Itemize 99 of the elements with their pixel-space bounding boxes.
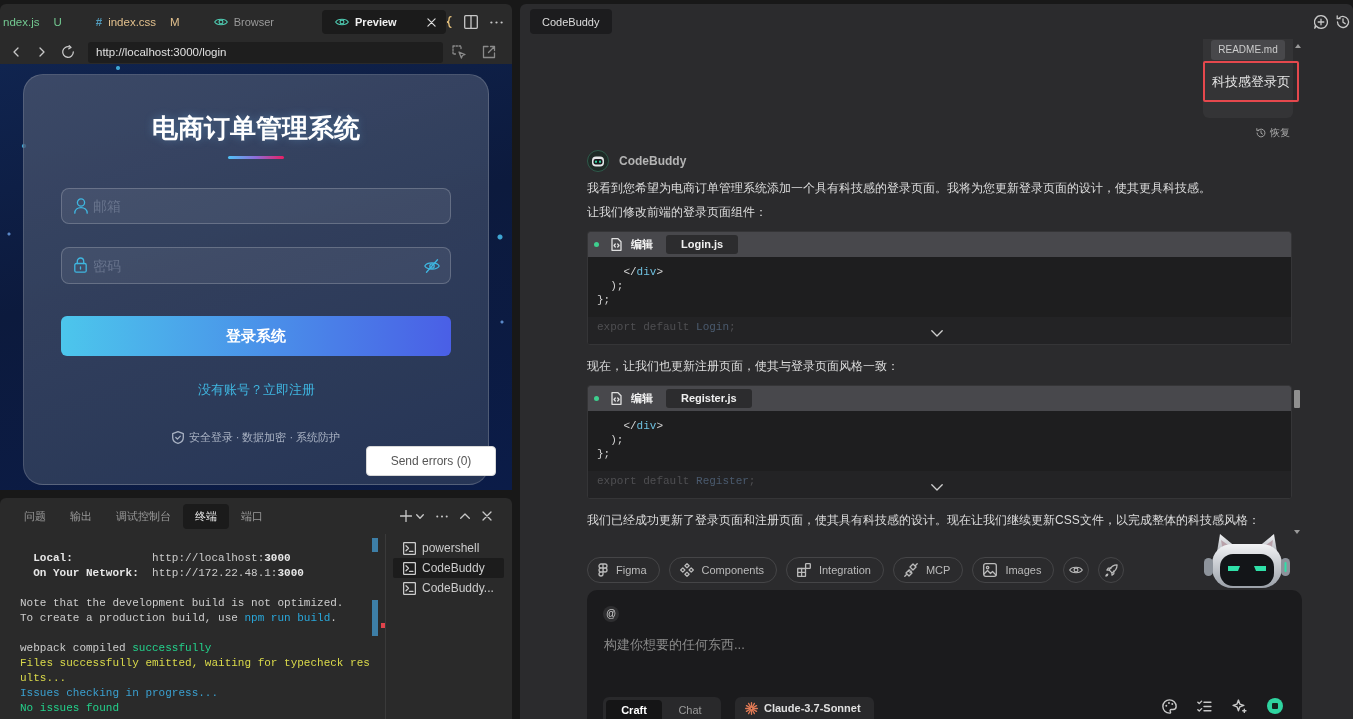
scroll-up-icon[interactable] <box>1295 44 1301 48</box>
terminal-line: On Your Network: http://172.22.48.1:3000 <box>32 566 305 581</box>
figma-logo-icon <box>598 563 608 577</box>
terminal-line: webpack compiled successfully <box>20 641 213 656</box>
checklist-icon[interactable] <box>1197 699 1212 713</box>
prompt-input[interactable]: 构建你想要的任何东西... <box>603 634 1283 654</box>
register-link[interactable]: 没有账号？立即注册 <box>197 381 315 399</box>
title-underline <box>228 156 284 159</box>
code-line: ); <box>609 279 624 293</box>
edit-label: 编辑 <box>631 391 653 406</box>
code-line: }; <box>597 293 611 307</box>
split-editor-icon[interactable] <box>463 15 478 29</box>
assistant-name: CodeBuddy <box>619 154 687 168</box>
file-code-icon <box>611 238 622 251</box>
file-name-chip[interactable]: Register.js <box>666 389 752 408</box>
attachment-chip[interactable]: README.md <box>1211 40 1285 60</box>
file-code-icon <box>611 392 622 405</box>
braces-icon[interactable] <box>445 16 452 28</box>
url-field[interactable]: http://localhost:3000/login <box>88 41 443 63</box>
restore-button[interactable]: 恢复 <box>1256 126 1290 140</box>
expand-icon[interactable] <box>931 330 943 337</box>
image-icon <box>983 563 998 577</box>
history-icon[interactable] <box>1336 14 1350 29</box>
external-link-icon[interactable] <box>482 45 496 59</box>
terminal-icon <box>403 541 416 555</box>
eye-off-icon[interactable] <box>424 259 440 273</box>
terminal-item[interactable]: CodeBuddy... <box>393 578 504 598</box>
new-chat-icon[interactable] <box>1314 14 1328 29</box>
editor-tab[interactable]: Preview <box>322 10 446 34</box>
panel-tab[interactable]: 问题 <box>12 503 58 529</box>
panel-tab[interactable]: 端口 <box>229 503 275 529</box>
scrollbar-thumb[interactable] <box>1294 390 1300 408</box>
eye-icon <box>213 17 228 27</box>
status-dot-icon <box>594 242 599 247</box>
send-errors-button[interactable]: Send errors (0) <box>366 446 496 476</box>
message-text: 我们已经成功更新了登录页面和注册页面，使其具有科技感的设计。现在让我们继续更新CSS文件，以完成整体的科技感风格： <box>587 512 1261 529</box>
more-icon[interactable] <box>489 20 503 24</box>
security-note: 安全登录 · 数据加密 · 系统防护 <box>188 430 341 445</box>
starburst-icon <box>745 701 758 715</box>
message-text: 现在，让我们也更新注册页面，使其与登录页面风格一致： <box>587 358 900 375</box>
assistant-tab[interactable]: CodeBuddy <box>530 9 612 34</box>
dashed-cursor-icon[interactable] <box>452 45 466 59</box>
mode-tab[interactable]: Craft <box>606 700 662 719</box>
editor-tab[interactable]: Browser <box>199 10 323 34</box>
eye-icon <box>335 17 350 27</box>
terminal-icon <box>403 561 416 575</box>
blocks-icon <box>796 563 811 577</box>
expand-icon[interactable] <box>931 484 943 491</box>
terminal-line: Note that the development build is not optimized. <box>20 596 345 611</box>
code-line: </div> <box>622 265 664 279</box>
plug-icon <box>903 563 918 577</box>
editor-tab[interactable]: # index.css M <box>81 10 200 34</box>
chevron-down-icon[interactable] <box>416 513 424 519</box>
rocket-icon <box>1104 563 1118 577</box>
error-marker <box>381 623 385 628</box>
editor-tab[interactable]: ndex.js U <box>0 10 82 34</box>
back-icon[interactable] <box>13 47 19 57</box>
panel-tab[interactable]: 输出 <box>58 503 104 529</box>
login-title: 电商订单管理系统 <box>152 112 360 145</box>
mention-button[interactable]: @ <box>603 606 619 622</box>
file-name-chip[interactable]: Login.js <box>666 235 739 254</box>
terminal-line: To create a production build, use npm run build. <box>20 611 338 626</box>
model-selector[interactable]: Claude-3.7-Sonnet <box>735 697 874 719</box>
history-icon <box>1256 128 1266 138</box>
shield-check-icon <box>171 430 184 444</box>
lock-icon <box>74 257 87 273</box>
message-text: 我看到您希望为电商订单管理系统添加一个具有科技感的登录页面。我将为您更新登录页面的设计，使其更具科技感。 <box>587 180 1212 197</box>
close-icon[interactable] <box>482 511 492 521</box>
scroll-down-icon[interactable] <box>1294 530 1300 534</box>
diamonds-icon <box>679 563 694 577</box>
terminal-line: Issues checking in progress... <box>20 686 220 701</box>
robot-avatar-icon <box>587 150 609 172</box>
terminal-line: Files successfully emitted, waiting for typecheck results... <box>20 656 370 686</box>
panel-tab[interactable]: 调试控制台 <box>104 503 183 529</box>
reload-icon[interactable] <box>61 45 75 59</box>
palette-icon[interactable] <box>1162 698 1177 714</box>
edit-label: 编辑 <box>631 237 653 252</box>
terminal-icon <box>403 581 416 595</box>
code-line: </div> <box>622 419 664 433</box>
terminal-item[interactable]: CodeBuddy <box>393 558 504 578</box>
panel-tab[interactable]: 终端 <box>183 503 229 529</box>
close-icon[interactable] <box>426 17 436 27</box>
forward-icon[interactable] <box>39 47 45 57</box>
mode-tab[interactable]: Chat <box>662 700 718 719</box>
add-icon[interactable] <box>400 510 412 522</box>
more-icon[interactable] <box>436 514 448 518</box>
code-line: }; <box>597 447 611 461</box>
message-text: 让我们修改前端的登录页面组件： <box>587 204 768 221</box>
terminal-line: Local: http://localhost:3000 <box>32 551 292 566</box>
code-line: ); <box>609 433 624 447</box>
status-dot-icon <box>594 396 599 401</box>
stop-icon[interactable] <box>1267 698 1283 714</box>
eye-icon <box>1069 565 1084 575</box>
sparkle-icon[interactable] <box>1232 698 1247 714</box>
user-icon <box>74 198 88 214</box>
terminal-line: No issues found <box>20 701 121 716</box>
user-message-text: 科技感登录页 <box>1212 72 1290 91</box>
chevron-up-icon[interactable] <box>460 513 470 519</box>
terminal-item[interactable]: powershell <box>393 538 504 558</box>
